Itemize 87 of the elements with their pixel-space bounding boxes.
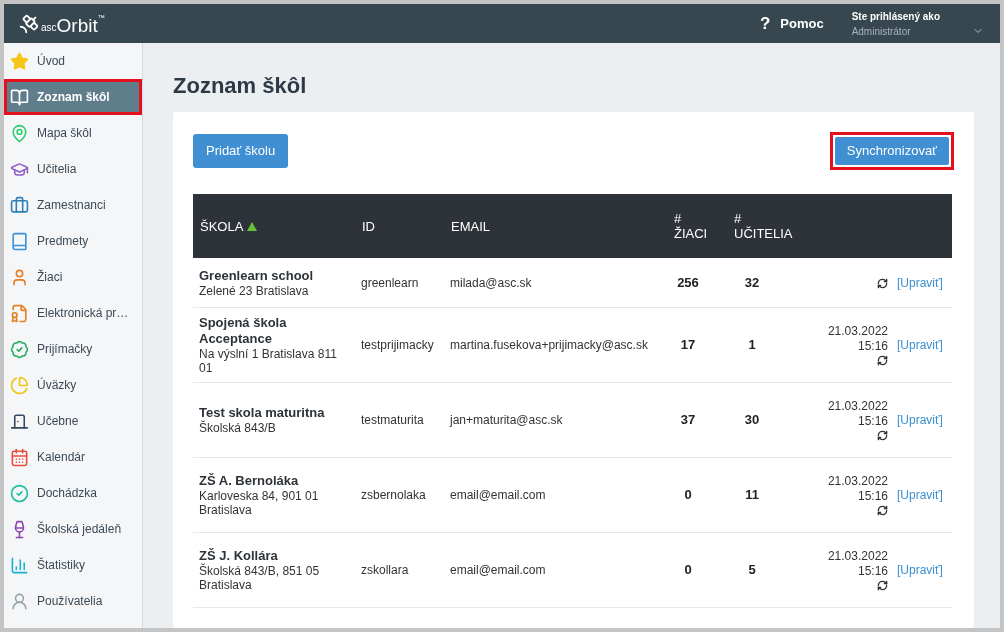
sidebar-item[interactable]: Dochádzka (4, 475, 142, 511)
sync-date: 21.03.2022 (827, 549, 888, 564)
refresh-icon[interactable] (877, 355, 888, 366)
table-cell-text: email@email.com (450, 487, 547, 504)
school-name: Spojená škola Acceptance (199, 315, 288, 347)
table-cell-text: 17 (679, 336, 697, 355)
sidebar-item[interactable]: Školská jedáleň (4, 511, 142, 547)
refresh-icon[interactable] (877, 430, 888, 441)
school-name: Greenlearn school (199, 267, 315, 284)
sidebar-item[interactable]: Používatelia (4, 583, 142, 619)
map-pin-icon (10, 123, 29, 143)
sidebar-item[interactable]: Učebne (4, 403, 142, 439)
table-cell-text: testmaturita (361, 412, 425, 429)
user-name[interactable]: Administrátor (851, 23, 940, 39)
help-link[interactable]: ? Pomoc (759, 10, 824, 37)
sync-date: 21.03.2022 (827, 474, 888, 489)
table-cell-text: 1 (747, 336, 757, 355)
school-address: Karloveska 84, 901 01 Bratislava (199, 489, 320, 517)
check-circle-icon (10, 483, 29, 503)
edit-link[interactable]: [Upraviť] (897, 411, 943, 429)
briefcase-icon (10, 195, 29, 215)
table-cell-text: 5 (747, 561, 757, 580)
sidebar-item[interactable]: Zamestnanci (4, 187, 142, 223)
edit-link[interactable]: [Upraviť] (897, 273, 943, 292)
pie-chart-icon (10, 375, 29, 395)
page-title: Zoznam škôl (173, 73, 308, 99)
table-cell-text: email@email.com (450, 562, 547, 579)
book-icon (10, 231, 29, 251)
star-icon (10, 51, 29, 71)
sidebar-item[interactable]: Učitelia (4, 151, 142, 187)
column-header[interactable]: ŠKOLA (200, 218, 244, 234)
school-name: ZŠ A. Bernoláka (199, 473, 300, 489)
table-cell-text: jan+maturita@asc.sk (450, 412, 564, 429)
school-address: Školská 843/B, 851 05 Bratislava (199, 564, 321, 592)
table-cell-text: greenlearn (361, 274, 420, 292)
table-cell-text: zskollara (361, 562, 410, 579)
satellite-icon (18, 12, 40, 35)
book-icon (10, 87, 29, 107)
sync-time: 15:16 (857, 414, 888, 429)
calendar-icon (10, 447, 29, 467)
school-address: Na výslní 1 Bratislava 811 01 (199, 347, 338, 375)
school-name: ZŠ J. Kollára (199, 548, 279, 563)
table-cell-text: testprijimacky (361, 337, 435, 354)
certificate-icon (10, 303, 29, 323)
sidebar-item[interactable]: Úvod (4, 43, 142, 79)
table-cell-text: 37 (679, 411, 697, 430)
sync-time: 15:16 (857, 564, 888, 579)
sidebar-item[interactable]: Kalendár (4, 439, 142, 475)
user-icon (10, 591, 29, 611)
sidebar-item[interactable]: Zoznam škôl (4, 79, 142, 115)
person-icon (10, 267, 29, 287)
sidebar-item[interactable]: Elektronická pr… (4, 295, 142, 331)
sidebar-item[interactable]: Štatistiky (4, 547, 142, 583)
sidebar-item[interactable]: Mapa škôl (4, 115, 142, 151)
sidebar-item[interactable]: Prijímačky (4, 331, 142, 367)
sync-time: 15:16 (857, 489, 888, 504)
refresh-icon[interactable] (877, 277, 888, 289)
column-header[interactable]: # UČITELIA (734, 211, 793, 241)
table-cell-text: martina.fusekova+prijimacky@asc.sk (450, 337, 649, 354)
refresh-icon[interactable] (877, 580, 888, 591)
table-cell-text: 11 (744, 486, 760, 505)
table-cell-text: milada@asc.sk (450, 274, 533, 292)
table-cell-text: 0 (683, 486, 693, 505)
edit-link[interactable]: [Upraviť] (897, 336, 943, 354)
column-header[interactable]: # ŽIACI (674, 211, 708, 241)
door-icon (10, 411, 29, 431)
sidebar-item[interactable]: Úväzky (4, 367, 142, 403)
school-name: Test skola maturitna (199, 405, 326, 420)
column-header[interactable]: ID (362, 218, 375, 234)
column-header[interactable]: EMAIL (451, 218, 490, 234)
refresh-icon[interactable] (877, 505, 888, 516)
school-address: Zelené 23 Bratislava (199, 283, 310, 298)
school-address: Školská 843/B (199, 421, 277, 435)
table-cell-text: 32 (743, 273, 761, 292)
bar-chart-icon (10, 555, 29, 575)
table-cell-text: zsbernolaka (361, 487, 427, 504)
sidebar-item[interactable]: Predmety (4, 223, 142, 259)
sidebar-item[interactable]: Žiaci (4, 259, 142, 295)
edit-link[interactable]: [Upraviť] (897, 561, 943, 579)
table-cell-text: 30 (743, 411, 761, 430)
edit-link[interactable]: [Upraviť] (897, 486, 943, 504)
table-cell-text: 0 (683, 561, 693, 580)
logged-in-caption: Ste prihlásený ako (851, 9, 940, 24)
sync-date: 21.03.2022 (827, 399, 888, 414)
table-cell-text: 256 (676, 273, 700, 292)
sync-date: 21.03.2022 (827, 324, 888, 339)
sync-time: 15:16 (857, 339, 888, 354)
